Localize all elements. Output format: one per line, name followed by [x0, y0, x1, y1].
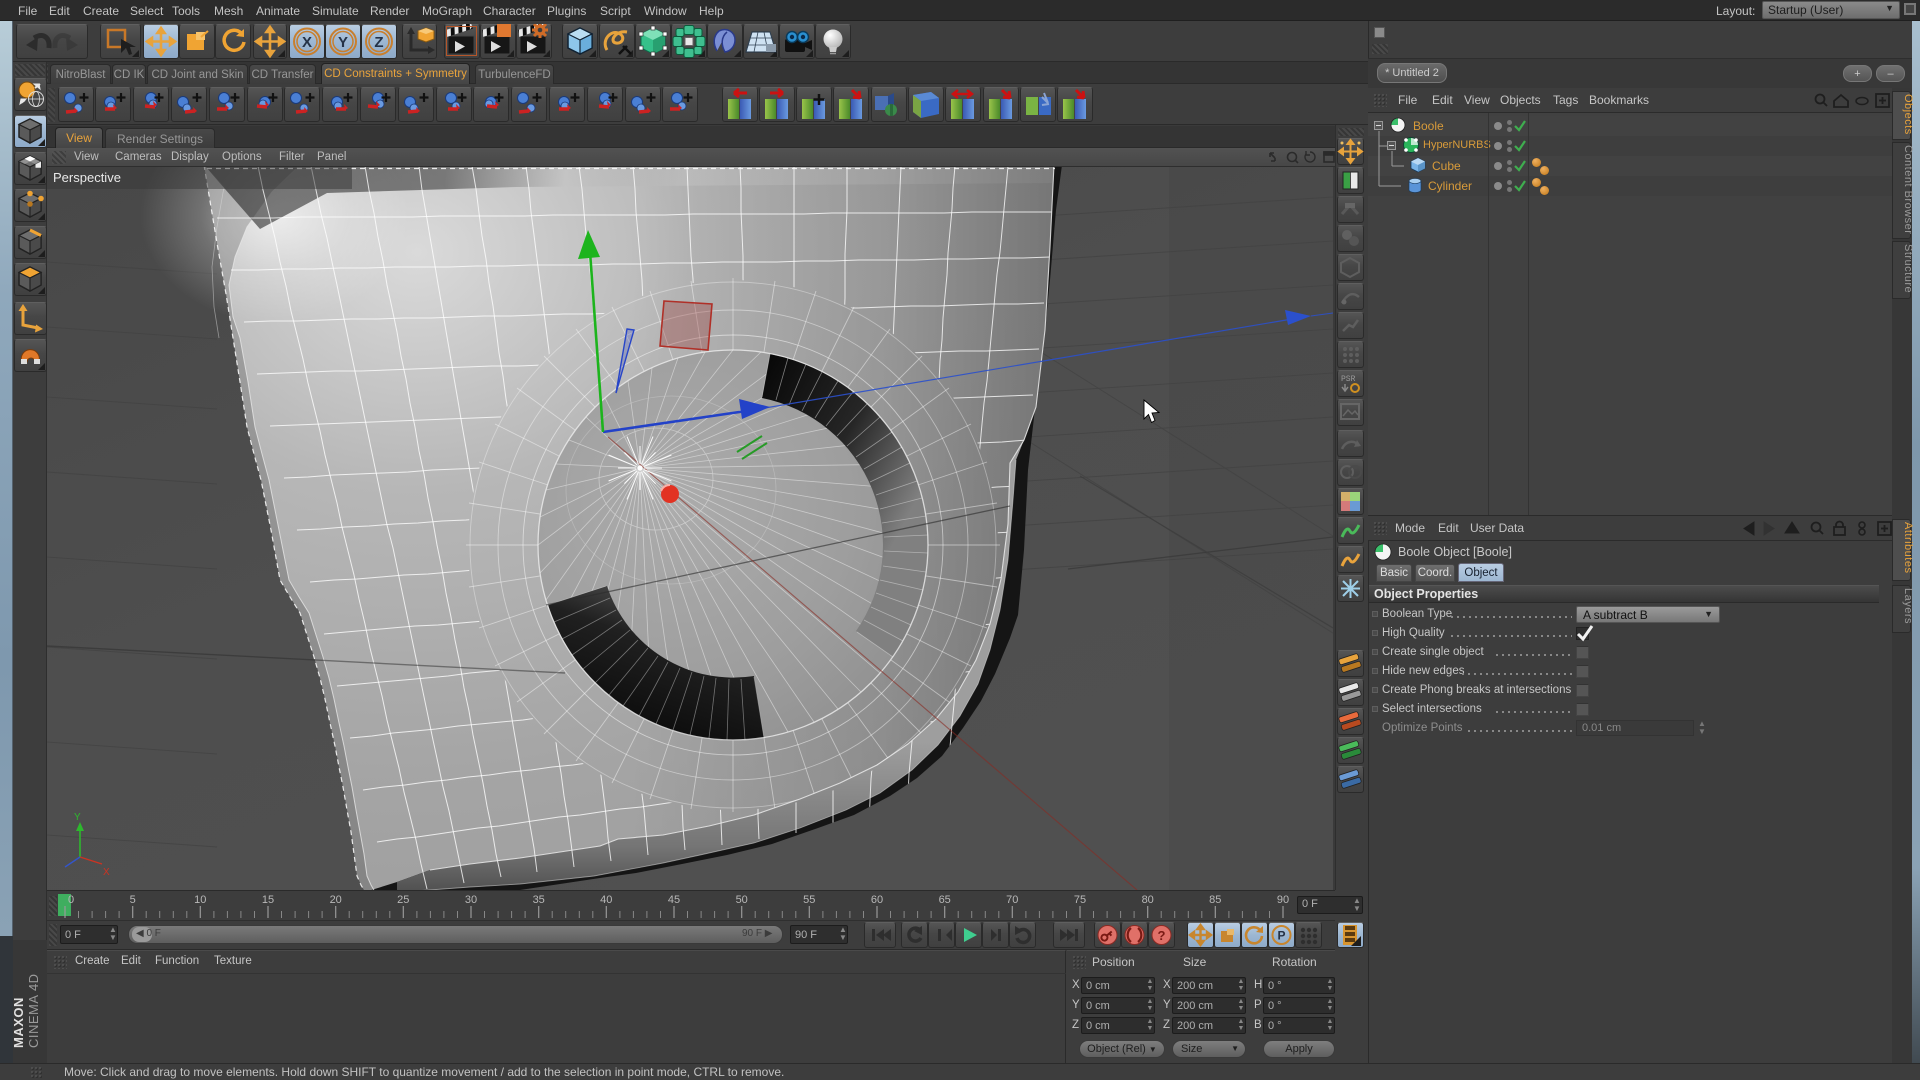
- svg-text:50: 50: [736, 894, 748, 906]
- svg-text:X: X: [103, 867, 110, 878]
- svg-text:60: 60: [871, 894, 883, 906]
- svg-text:65: 65: [939, 894, 951, 906]
- svg-text:30: 30: [465, 894, 477, 906]
- svg-text:40: 40: [600, 894, 612, 906]
- svg-text:55: 55: [803, 894, 815, 906]
- svg-text:15: 15: [262, 894, 274, 906]
- svg-text:PSR: PSR: [1341, 375, 1356, 384]
- svg-text:Y: Y: [338, 34, 348, 51]
- svg-text:45: 45: [668, 894, 680, 906]
- svg-text:Y: Y: [74, 812, 81, 823]
- svg-text:80: 80: [1142, 894, 1154, 906]
- svg-text:70: 70: [1006, 894, 1018, 906]
- svg-text:P: P: [1277, 929, 1285, 943]
- svg-text:85: 85: [1209, 894, 1221, 906]
- svg-text:90: 90: [1277, 894, 1289, 906]
- svg-text:20: 20: [330, 894, 342, 906]
- svg-text:10: 10: [194, 894, 206, 906]
- svg-text:5: 5: [130, 894, 136, 906]
- svg-text:0: 0: [68, 894, 74, 906]
- svg-text:Perspective: Perspective: [53, 170, 121, 185]
- svg-text:35: 35: [533, 894, 545, 906]
- svg-text:?: ?: [1158, 928, 1166, 943]
- svg-text:Z: Z: [374, 34, 383, 51]
- svg-text:25: 25: [397, 894, 409, 906]
- svg-text:X: X: [302, 34, 312, 51]
- svg-text:75: 75: [1074, 894, 1086, 906]
